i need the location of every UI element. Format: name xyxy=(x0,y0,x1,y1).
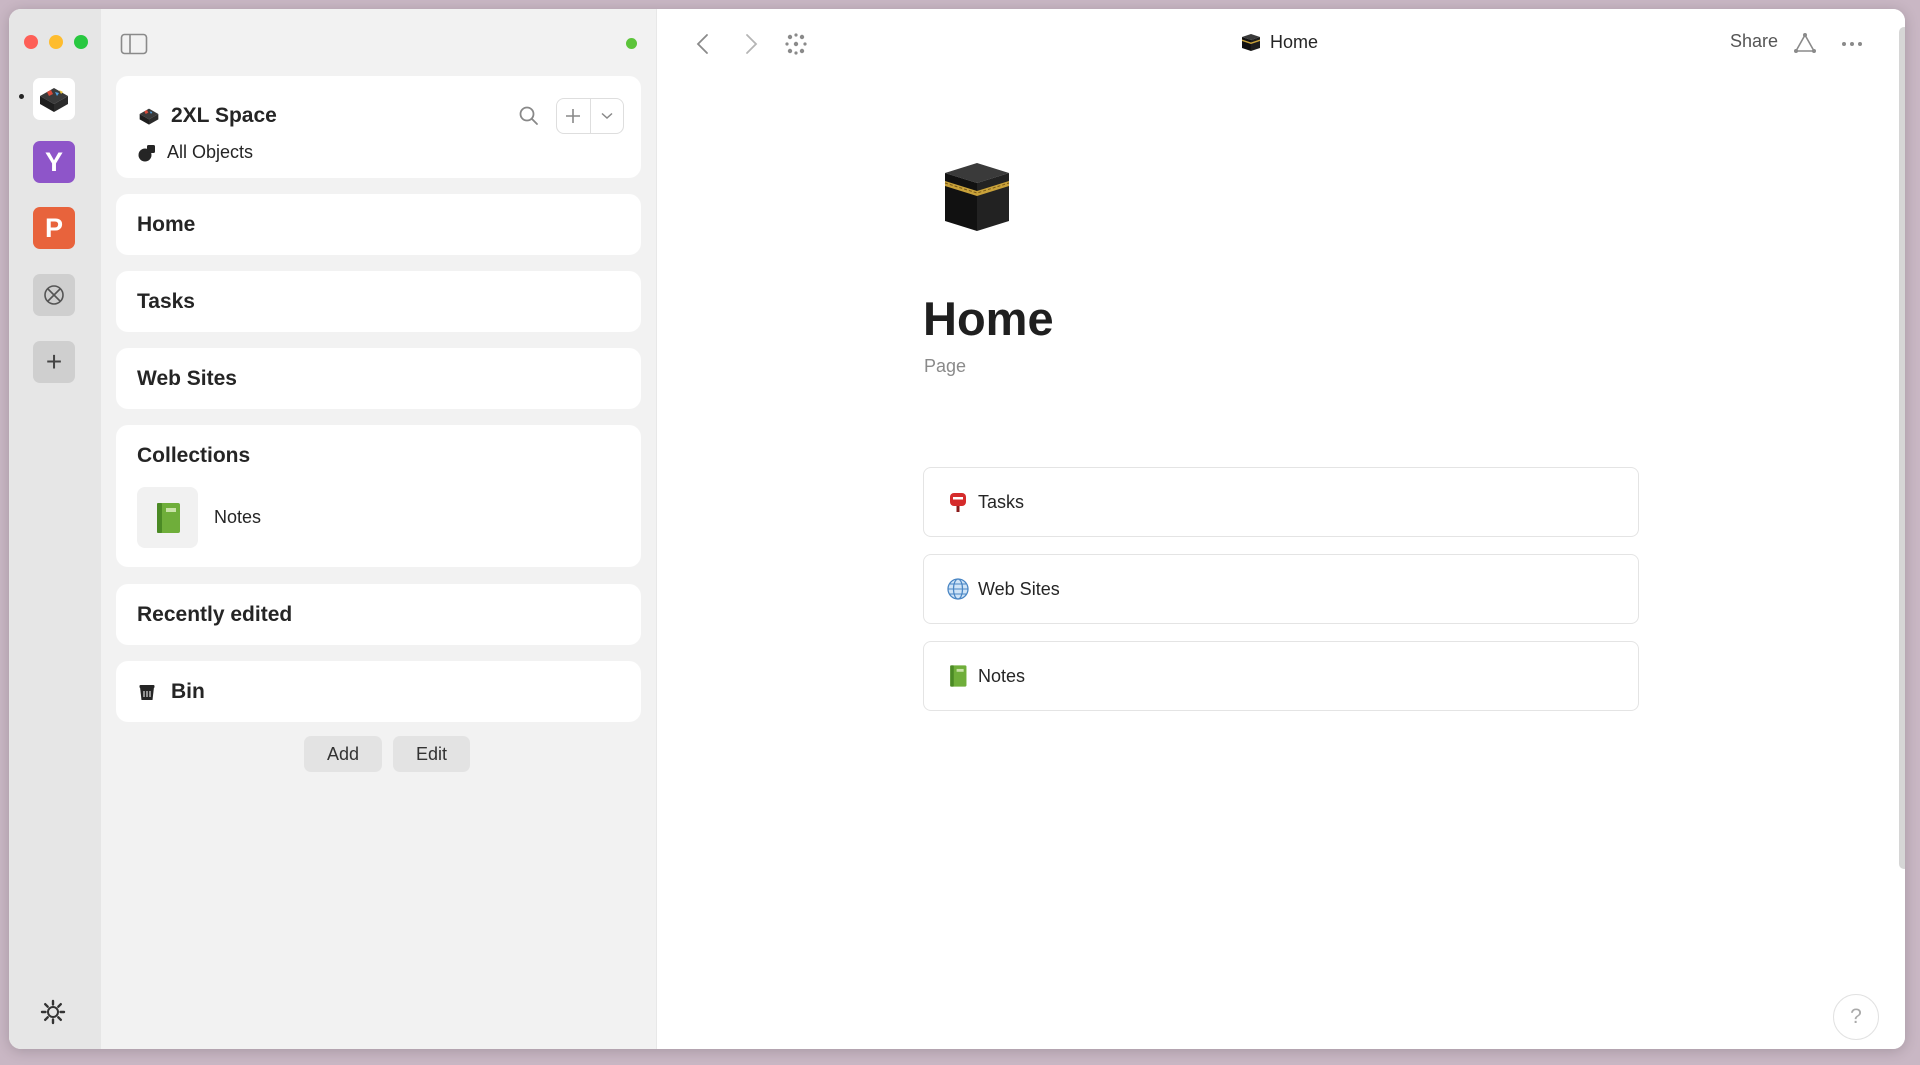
close-window-button[interactable] xyxy=(24,35,38,49)
sidebar-item-tasks[interactable]: Tasks xyxy=(116,271,641,332)
all-objects-label: All Objects xyxy=(167,142,254,162)
space-2xl[interactable] xyxy=(33,78,75,120)
zoom-window-button[interactable] xyxy=(74,35,88,49)
link-block-label: Tasks xyxy=(978,491,1025,512)
postbox-icon xyxy=(950,493,966,512)
header-title[interactable]: Home xyxy=(1240,31,1318,53)
minimize-window-button[interactable] xyxy=(49,35,63,49)
sidebar-item-label: Tasks xyxy=(137,289,195,313)
gallery-icon xyxy=(44,285,64,305)
sidebar-item-home[interactable]: Home xyxy=(116,194,641,255)
sidebar-item-label: Bin xyxy=(171,679,205,703)
space-y[interactable]: Y xyxy=(33,141,75,183)
page-title[interactable]: Home xyxy=(923,291,1054,346)
all-objects-link[interactable]: All Objects xyxy=(137,142,253,163)
globe-icon xyxy=(947,578,969,600)
link-block-label: Web Sites xyxy=(978,578,1060,599)
sidebar-item-label: Recently edited xyxy=(137,602,293,626)
collection-item-label: Notes xyxy=(214,507,262,527)
scrollbar[interactable] xyxy=(1899,27,1905,869)
spaces-rail: Y P + xyxy=(9,9,101,1049)
chevron-right-icon[interactable] xyxy=(739,31,763,57)
create-object-button[interactable] xyxy=(557,99,590,133)
space-gallery[interactable] xyxy=(33,274,75,316)
graph-icon[interactable] xyxy=(783,31,809,57)
objects-icon xyxy=(138,144,155,161)
space-2xl-icon xyxy=(139,108,159,125)
members-icon[interactable] xyxy=(1792,31,1818,57)
main-content: Home Share Home Page Tasks Web Sites Not… xyxy=(657,9,1905,1049)
sidebar: 2XL Space All Objects Home Tasks Web Sit… xyxy=(101,9,657,1049)
header-title-label: Home xyxy=(1270,31,1319,52)
add-widget-button[interactable]: Add xyxy=(304,736,383,772)
sync-status-indicator xyxy=(626,38,637,49)
green-book-icon xyxy=(950,665,967,687)
space-p[interactable]: P xyxy=(33,207,75,249)
space-2xl-icon xyxy=(40,88,68,112)
active-space-indicator xyxy=(19,94,24,99)
link-block-label: Notes xyxy=(978,665,1026,686)
collections-title[interactable]: Collections xyxy=(137,444,250,468)
space-name[interactable]: 2XL Space xyxy=(137,104,277,128)
more-options-icon[interactable] xyxy=(1839,31,1865,57)
collection-icon-box xyxy=(137,487,198,548)
sidebar-item-label: Home xyxy=(137,212,196,236)
create-object-group xyxy=(556,98,624,134)
link-block-notes[interactable]: Notes xyxy=(923,641,1639,711)
link-block-tasks[interactable]: Tasks xyxy=(923,467,1639,537)
space-name-label: 2XL Space xyxy=(171,104,277,127)
edit-widgets-button[interactable]: Edit xyxy=(393,736,471,772)
page-type-label[interactable]: Page xyxy=(924,356,966,377)
help-button[interactable]: ? xyxy=(1833,994,1879,1040)
search-icon[interactable] xyxy=(518,105,540,127)
chevron-left-icon[interactable] xyxy=(691,31,715,57)
settings-gear-icon[interactable] xyxy=(39,998,67,1026)
kaaba-icon[interactable] xyxy=(937,157,1017,237)
collection-item-notes[interactable]: Notes xyxy=(137,487,261,548)
sidebar-toggle-icon[interactable] xyxy=(120,33,148,55)
sidebar-bottom-actions: Add Edit xyxy=(304,736,471,772)
plus-icon xyxy=(566,109,581,123)
green-book-icon xyxy=(156,502,180,533)
create-type-dropdown[interactable] xyxy=(589,99,624,133)
sidebar-item-web-sites[interactable]: Web Sites xyxy=(116,348,641,409)
link-block-web-sites[interactable]: Web Sites xyxy=(923,554,1639,624)
sidebar-item-bin[interactable]: Bin xyxy=(116,661,641,722)
app-window: Y P + 2XL Space All Objects Home Tasks W… xyxy=(9,9,1905,1049)
kaaba-icon xyxy=(1242,34,1260,51)
collections-widget: Collections Notes xyxy=(116,425,641,567)
space-header-card: 2XL Space All Objects xyxy=(116,76,641,178)
chevron-down-icon xyxy=(601,112,613,120)
add-space-button[interactable]: + xyxy=(33,341,75,383)
sidebar-item-label: Web Sites xyxy=(137,366,237,390)
sidebar-item-recently-edited[interactable]: Recently edited xyxy=(116,584,641,645)
bin-icon xyxy=(139,684,155,700)
share-button[interactable]: Share xyxy=(1730,31,1778,52)
window-controls xyxy=(24,35,88,49)
